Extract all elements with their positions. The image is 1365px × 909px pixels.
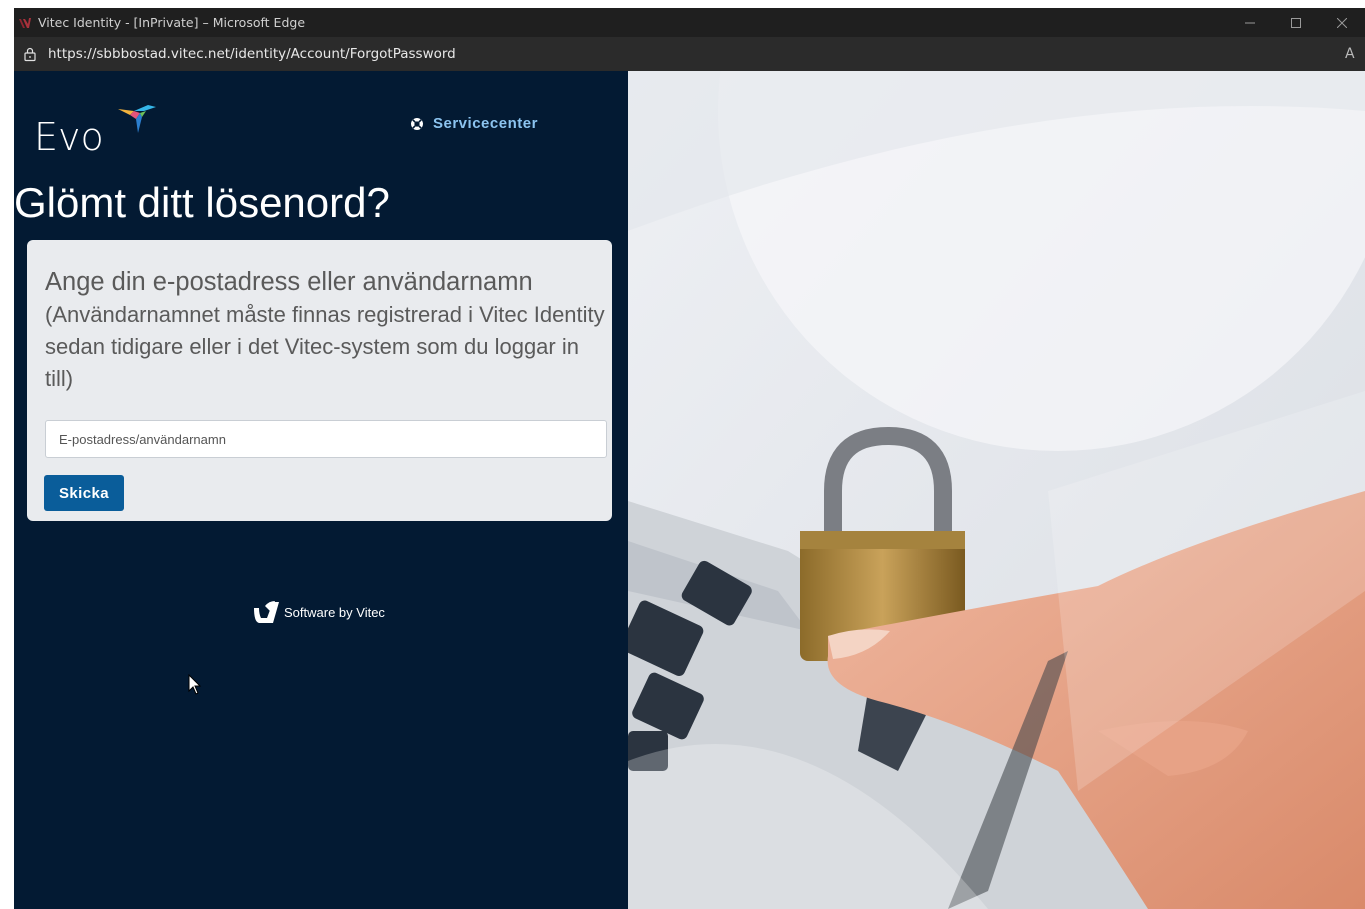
background-photo (628, 71, 1365, 909)
submit-button[interactable]: Skicka (44, 475, 124, 511)
hummingbird-icon (118, 105, 156, 133)
instruction-heading: Ange din e-postadress eller användarnamn (45, 268, 533, 296)
forgot-password-card: Ange din e-postadress eller användarnamn… (27, 240, 612, 521)
lock-icon (24, 47, 36, 62)
browser-titlebar: Vitec Identity - [InPrivate] – Microsoft… (14, 8, 1365, 37)
instruction-note: (Användarnamnet måste finnas registrerad… (45, 302, 605, 391)
servicecenter-link[interactable]: Servicecenter (410, 115, 538, 132)
lifebuoy-icon (411, 117, 423, 130)
close-button[interactable] (1319, 8, 1365, 37)
servicecenter-label: Servicecenter (433, 115, 538, 132)
login-panel: Evo Servicecenter Glömt ditt lösenord? A… (14, 71, 628, 909)
read-aloud-icon[interactable]: A (1345, 46, 1365, 62)
vitec-app-icon (19, 17, 31, 28)
page-title: Glömt ditt lösenord? (14, 179, 390, 226)
mouse-cursor-icon (188, 674, 202, 695)
address-bar[interactable]: https://sbbbostad.vitec.net/identity/Acc… (14, 37, 1365, 71)
brand-text: Software by Vitec (284, 604, 385, 620)
padlock-laptop-illustration (628, 71, 1365, 909)
software-by-vitec: Software by Vitec (253, 600, 385, 624)
evo-logo: Evo (34, 99, 156, 159)
vitec-logo-icon (254, 601, 279, 623)
username-input[interactable] (45, 420, 607, 458)
minimize-button[interactable] (1227, 8, 1273, 37)
logo-text: Evo (34, 115, 104, 159)
window-title: Vitec Identity - [InPrivate] – Microsoft… (38, 15, 306, 30)
minimize-icon (1245, 22, 1255, 23)
window-controls (1227, 8, 1365, 37)
maximize-button[interactable] (1273, 8, 1319, 37)
close-icon (1337, 17, 1347, 28)
url-text[interactable]: https://sbbbostad.vitec.net/identity/Acc… (48, 46, 1345, 62)
maximize-icon (1291, 17, 1301, 28)
